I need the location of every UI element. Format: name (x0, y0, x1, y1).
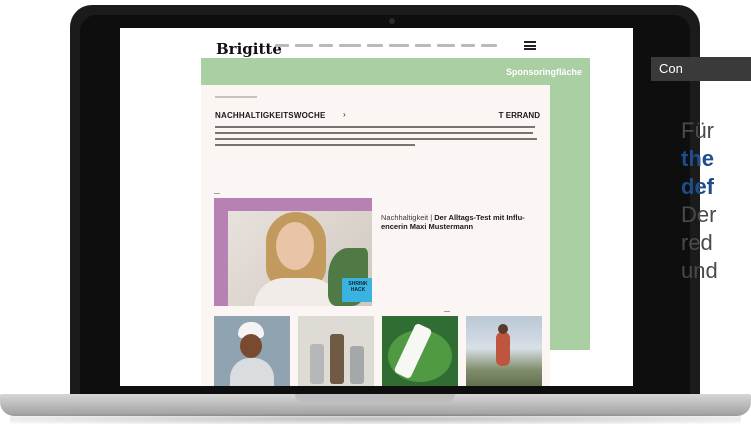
hero-kicker: Nachhaltigkeit | (381, 213, 435, 222)
article-teaser[interactable] (466, 316, 542, 386)
nav-item[interactable] (319, 44, 333, 47)
nav-item[interactable] (339, 44, 361, 47)
nav-item[interactable] (367, 44, 383, 47)
teaser-image[interactable] (214, 316, 290, 386)
section-title[interactable]: NACHHALTIGKEITSWOCHE (215, 111, 326, 120)
ad-marker (444, 311, 450, 312)
laptop-shadow (10, 414, 741, 424)
sponsor-banner[interactable]: Sponsoringfläche (201, 58, 590, 85)
intro-text-line (215, 132, 533, 134)
main-navigation[interactable] (275, 44, 497, 47)
teaser-image[interactable] (298, 316, 374, 386)
teaser-image[interactable] (382, 316, 458, 386)
intro-text-line (215, 144, 415, 146)
nav-item[interactable] (295, 44, 313, 47)
article-teaser[interactable] (298, 316, 374, 386)
breadcrumb[interactable] (215, 96, 257, 98)
webcam-icon (389, 18, 395, 24)
nav-item[interactable] (389, 44, 409, 47)
nav-item[interactable] (415, 44, 431, 47)
hero-person-face (276, 222, 314, 270)
nav-item[interactable] (461, 44, 475, 47)
right-panel-line-bold: the (681, 146, 714, 171)
main-content: NACHHALTIGKEITSWOCHE › T ERRAND SHRINK H… (201, 85, 550, 386)
right-panel-line: Der (681, 202, 717, 227)
sponsor-sidebar[interactable] (550, 85, 590, 350)
hero-image[interactable]: SHRINK HACK (214, 198, 372, 306)
right-panel-line: red (681, 230, 713, 255)
right-panel-line-bold: def (681, 174, 714, 199)
right-panel-line: Für (681, 118, 714, 143)
shrink-hack-badge: SHRINK HACK (342, 278, 372, 302)
intro-text-line (215, 126, 535, 128)
brand-tag: T ERRAND (498, 111, 540, 120)
nav-item[interactable] (275, 44, 289, 47)
article-teaser[interactable] (382, 316, 458, 386)
nav-item[interactable] (481, 44, 497, 47)
nav-item[interactable] (437, 44, 455, 47)
teaser-image[interactable] (466, 316, 542, 386)
laptop-screen: Brigitte Sponsoringfläche NACHHALTIGKEIT… (120, 28, 633, 386)
intro-text-line (215, 138, 537, 140)
ad-marker (214, 193, 220, 194)
site-logo[interactable]: Brigitte (216, 40, 282, 58)
article-teasers (214, 316, 542, 386)
article-teaser[interactable] (214, 316, 290, 386)
right-panel-bar-label: Con (659, 61, 683, 76)
right-panel-line: und (681, 258, 718, 283)
chevron-right-icon: › (343, 110, 346, 119)
hero-caption[interactable]: Nachhaltigkeit | Der Alltags-Test mit In… (381, 213, 541, 231)
hamburger-menu-icon[interactable] (524, 41, 536, 50)
sponsor-label: Sponsoringfläche (505, 67, 582, 77)
laptop-notch (295, 394, 455, 402)
